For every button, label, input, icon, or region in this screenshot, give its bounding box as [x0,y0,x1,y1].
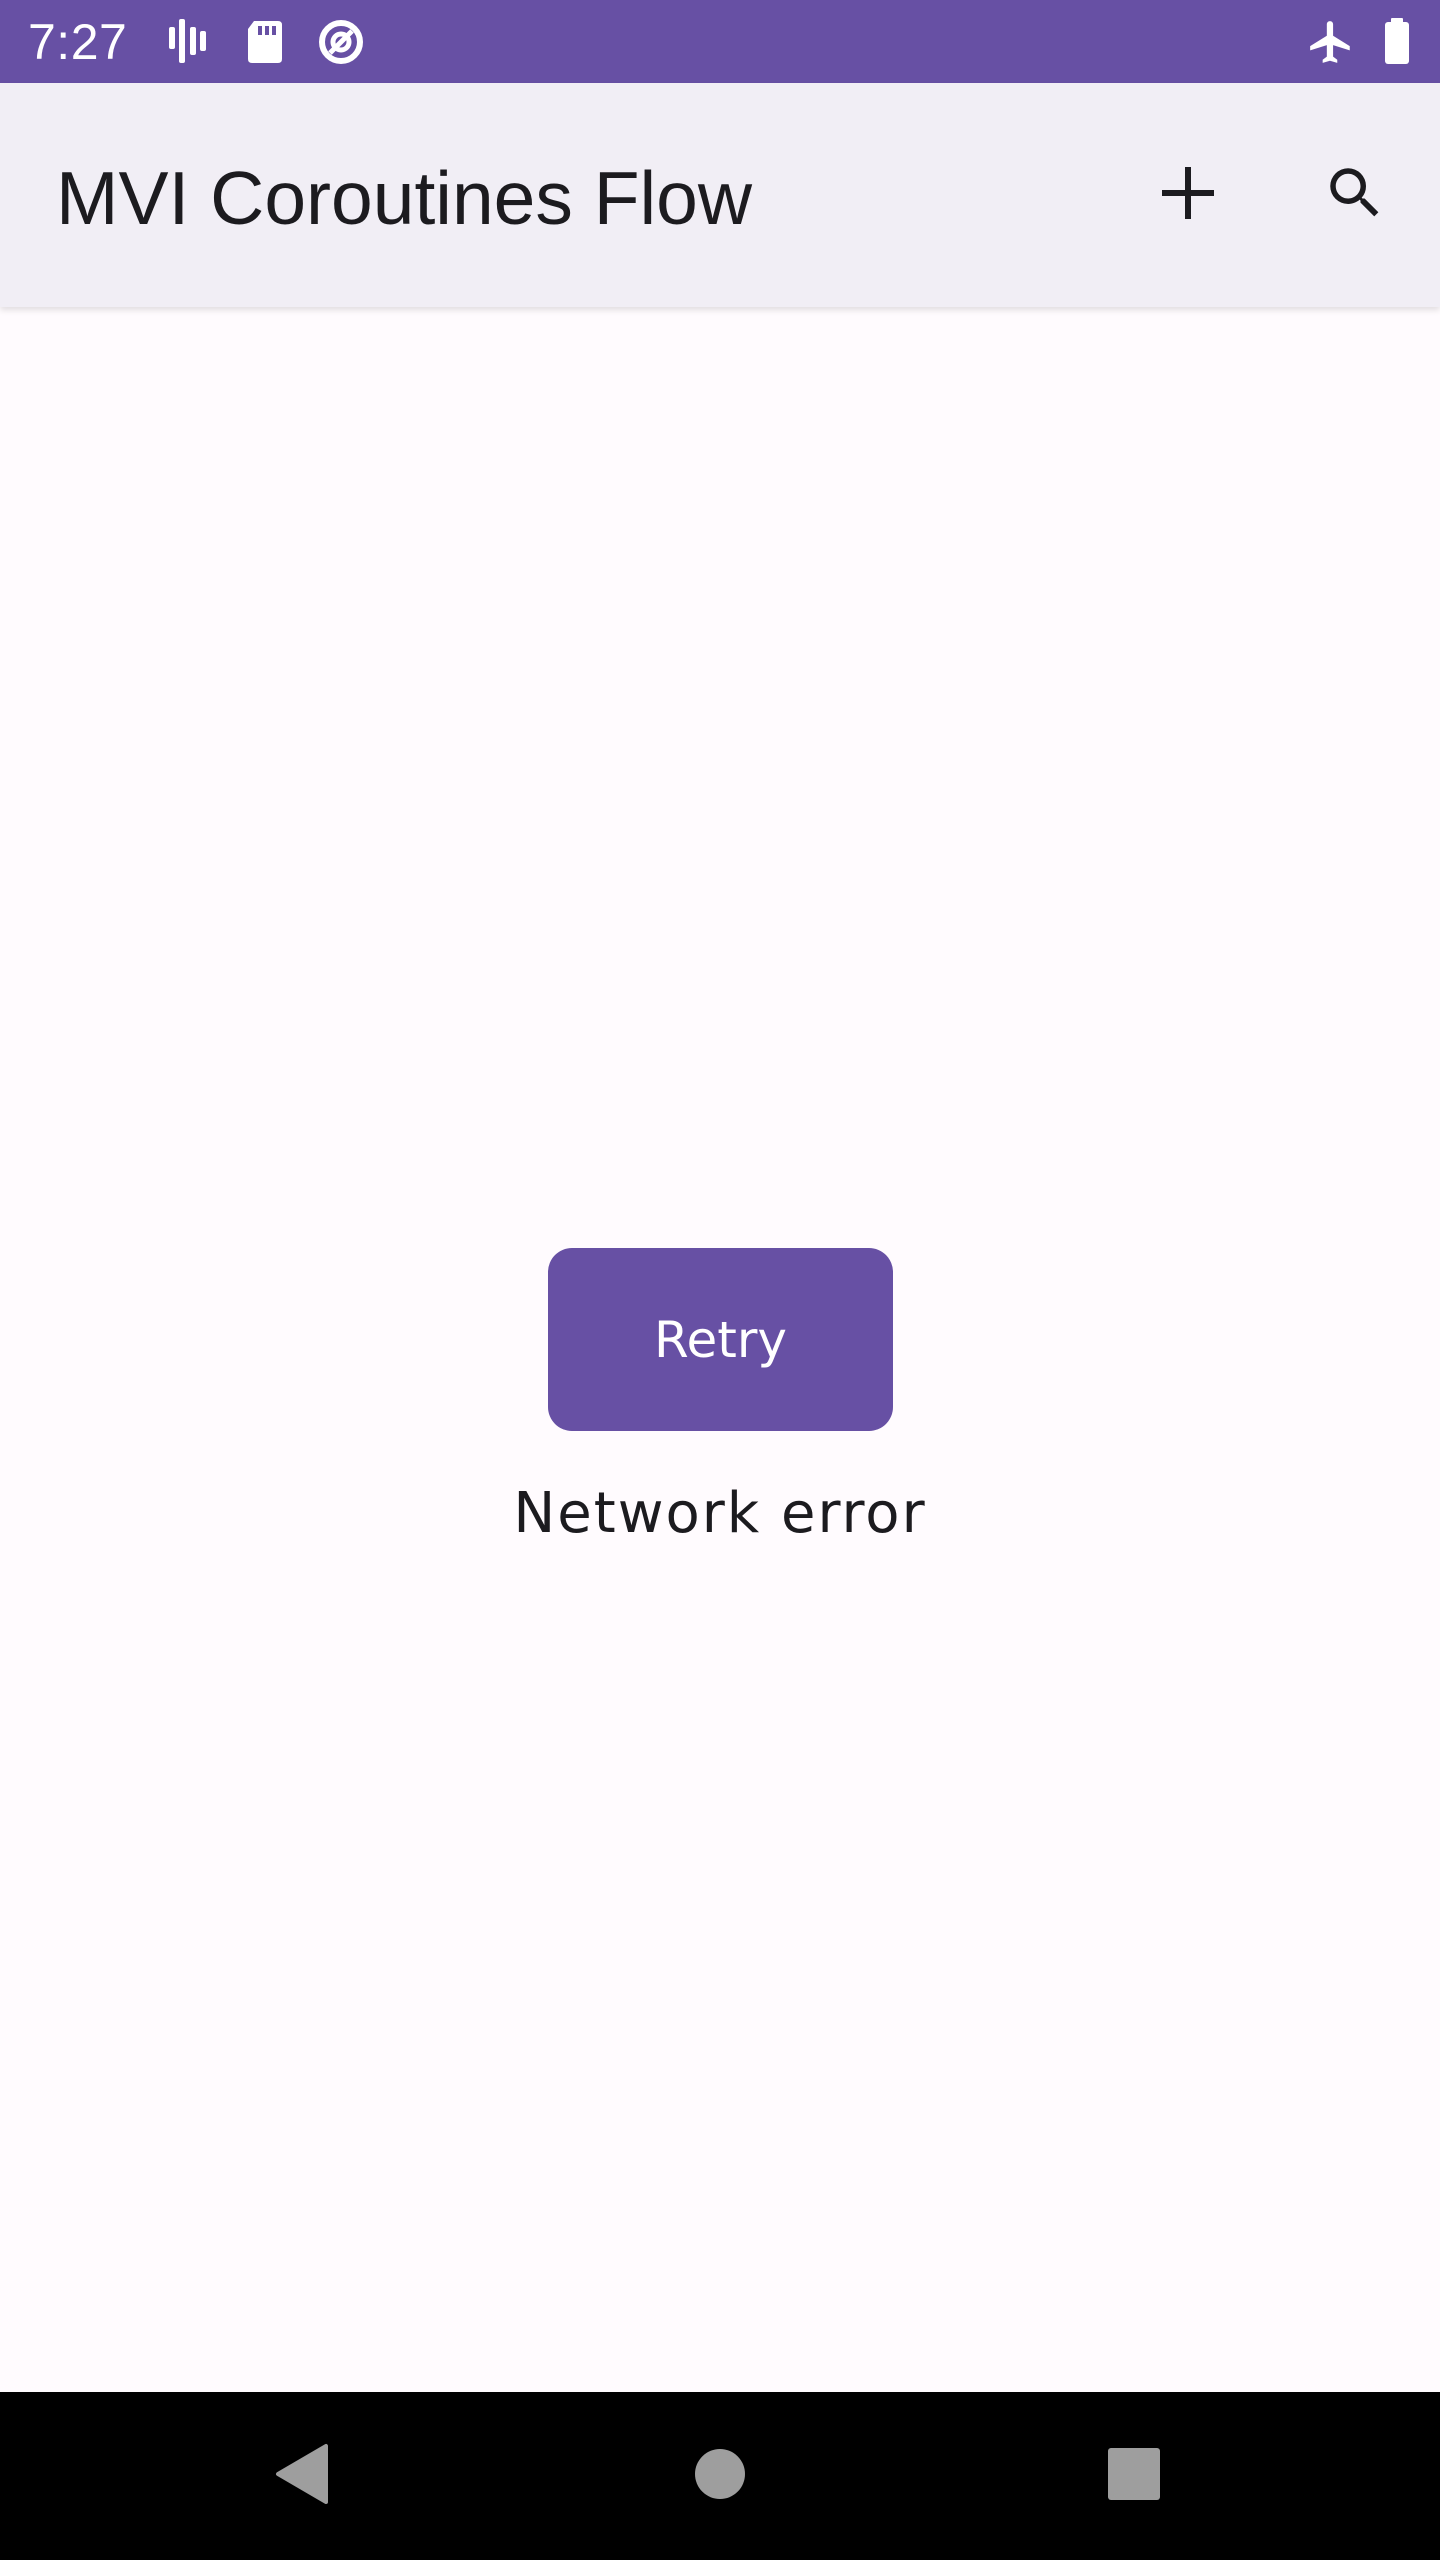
add-button[interactable] [1138,145,1238,245]
data-saver-icon [316,17,366,67]
add-icon [1160,165,1216,226]
recents-icon [1107,2447,1161,2506]
navigation-bar [0,2392,1440,2560]
status-time: 7:27 [28,14,128,70]
error-message: Network error [513,1481,927,1546]
airplane-mode-icon [1306,17,1356,67]
back-icon [272,2442,332,2511]
recents-button[interactable] [1084,2426,1184,2526]
battery-icon [1372,17,1422,67]
retry-button[interactable]: Retry [548,1248,893,1431]
status-bar: 7:27 [0,0,1440,83]
search-icon [1322,160,1388,231]
top-app-bar: MVI Coroutines Flow [0,83,1440,307]
app-title: MVI Coroutines Flow [56,156,753,240]
signal-bars-icon [163,17,213,67]
home-button[interactable] [670,2426,770,2526]
home-icon [693,2447,747,2506]
sd-card-icon [240,17,290,67]
back-button[interactable] [252,2426,352,2526]
retry-button-label: Retry [653,1310,787,1369]
search-button[interactable] [1305,145,1405,245]
